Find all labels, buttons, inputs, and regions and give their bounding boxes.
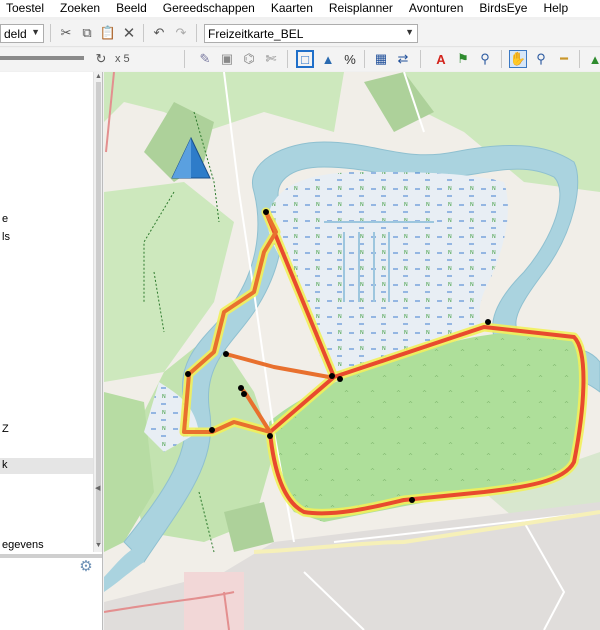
scrollbar-thumb[interactable] [96, 82, 101, 544]
zoom-multiplier: x 5 [115, 53, 130, 65]
garmin-basecamp-window: Toestel Zoeken Beeld Gereedschappen Kaarten R… [0, 0, 600, 630]
copy-icon[interactable]: ⧉ [78, 24, 96, 42]
menu-bar: Toestel Zoeken Beeld Gereedschappen Kaarten R… [0, 0, 600, 17]
zoom-slider-track[interactable] [0, 56, 84, 60]
magnifier-icon[interactable]: ⚲ [532, 50, 550, 68]
2d-view-icon[interactable]: □ [296, 50, 314, 68]
scroll-up-icon[interactable]: ▲ [95, 73, 102, 80]
redo-icon[interactable]: ↷ [172, 24, 190, 42]
toolbar-main: deld ▼ ✂ ⧉ 📋 ✕ ↶ ↷ Freizeitkarte_BEL ▼ [0, 20, 600, 47]
tree-item[interactable]: egevens [0, 538, 93, 552]
ruler-icon[interactable]: ━ [555, 50, 573, 68]
scissors-icon[interactable]: ✂ [57, 24, 75, 42]
split-icon[interactable]: ✄ [262, 50, 280, 68]
tree-item-selected[interactable]: k [0, 458, 93, 474]
percent-icon[interactable]: % [341, 50, 359, 68]
menu-item-avonturen[interactable]: Avonturen [401, 0, 472, 17]
draw-icon[interactable]: ✎ [196, 50, 214, 68]
view-combo[interactable]: deld ▼ [0, 24, 44, 43]
map-product-combo[interactable]: Freizeitkarte_BEL ▼ [204, 24, 418, 43]
library-panel: e ls Z k egevens ▲ ◀ ▼ ⚙ [0, 72, 103, 630]
scroll-left-icon[interactable]: ◀ [95, 484, 100, 492]
scroll-down-icon[interactable]: ▼ [95, 542, 102, 549]
menu-item-gereedschappen[interactable]: Gereedschappen [155, 0, 263, 17]
undo-icon[interactable]: ↶ [150, 24, 168, 42]
toolbar-map: ↻ x 5 ✎ ▣ ⌬ ✄ □ ▲ % ▦ ⇄ A ⚑ ⚲ ✋ ⚲ ━ ▲ [0, 48, 600, 71]
delete-icon[interactable]: ✕ [120, 24, 138, 42]
profile-icon[interactable]: ▲ [586, 50, 600, 68]
select-icon[interactable]: ▣ [218, 50, 236, 68]
gear-icon[interactable]: ⚙ [76, 558, 96, 575]
tree-scrollbar[interactable]: ▲ ◀ ▼ [93, 72, 102, 552]
hand-pan-icon[interactable]: ✋ [509, 50, 527, 68]
erase-icon[interactable]: ⌬ [240, 50, 258, 68]
waypoint-icon[interactable]: A [432, 50, 450, 68]
tree-item[interactable]: ls [0, 230, 93, 244]
view-combo-value: deld [4, 26, 27, 41]
3d-view-icon[interactable]: ▲ [319, 50, 337, 68]
rotate-icon[interactable]: ↻ [92, 50, 110, 68]
fit-map-icon[interactable]: ▦ [372, 50, 390, 68]
menu-item-help[interactable]: Help [535, 0, 576, 17]
menu-item-toestel[interactable]: Toestel [0, 0, 52, 17]
track-icon[interactable]: ⚲ [476, 50, 494, 68]
menu-item-birdseye[interactable]: BirdsEye [471, 0, 535, 17]
menu-item-kaarten[interactable]: Kaarten [263, 0, 321, 17]
map-canvas[interactable]: N ^ ^ [104, 72, 600, 630]
menu-item-beeld[interactable]: Beeld [108, 0, 155, 17]
map-product-value: Freizeitkarte_BEL [208, 26, 304, 41]
chevron-down-icon: ▼ [31, 27, 40, 37]
sync-icon[interactable]: ⇄ [394, 50, 412, 68]
library-tree: e ls Z k egevens [0, 72, 93, 552]
chevron-down-icon: ▼ [405, 27, 414, 37]
menu-item-reisplanner[interactable]: Reisplanner [321, 0, 401, 17]
map-view[interactable]: N ^ ^ [104, 72, 600, 630]
route-icon[interactable]: ⚑ [454, 50, 472, 68]
paste-icon[interactable]: 📋 [99, 24, 117, 42]
tree-item[interactable]: e [0, 212, 93, 226]
menu-item-zoeken[interactable]: Zoeken [52, 0, 108, 17]
tree-item[interactable]: Z [0, 422, 93, 436]
